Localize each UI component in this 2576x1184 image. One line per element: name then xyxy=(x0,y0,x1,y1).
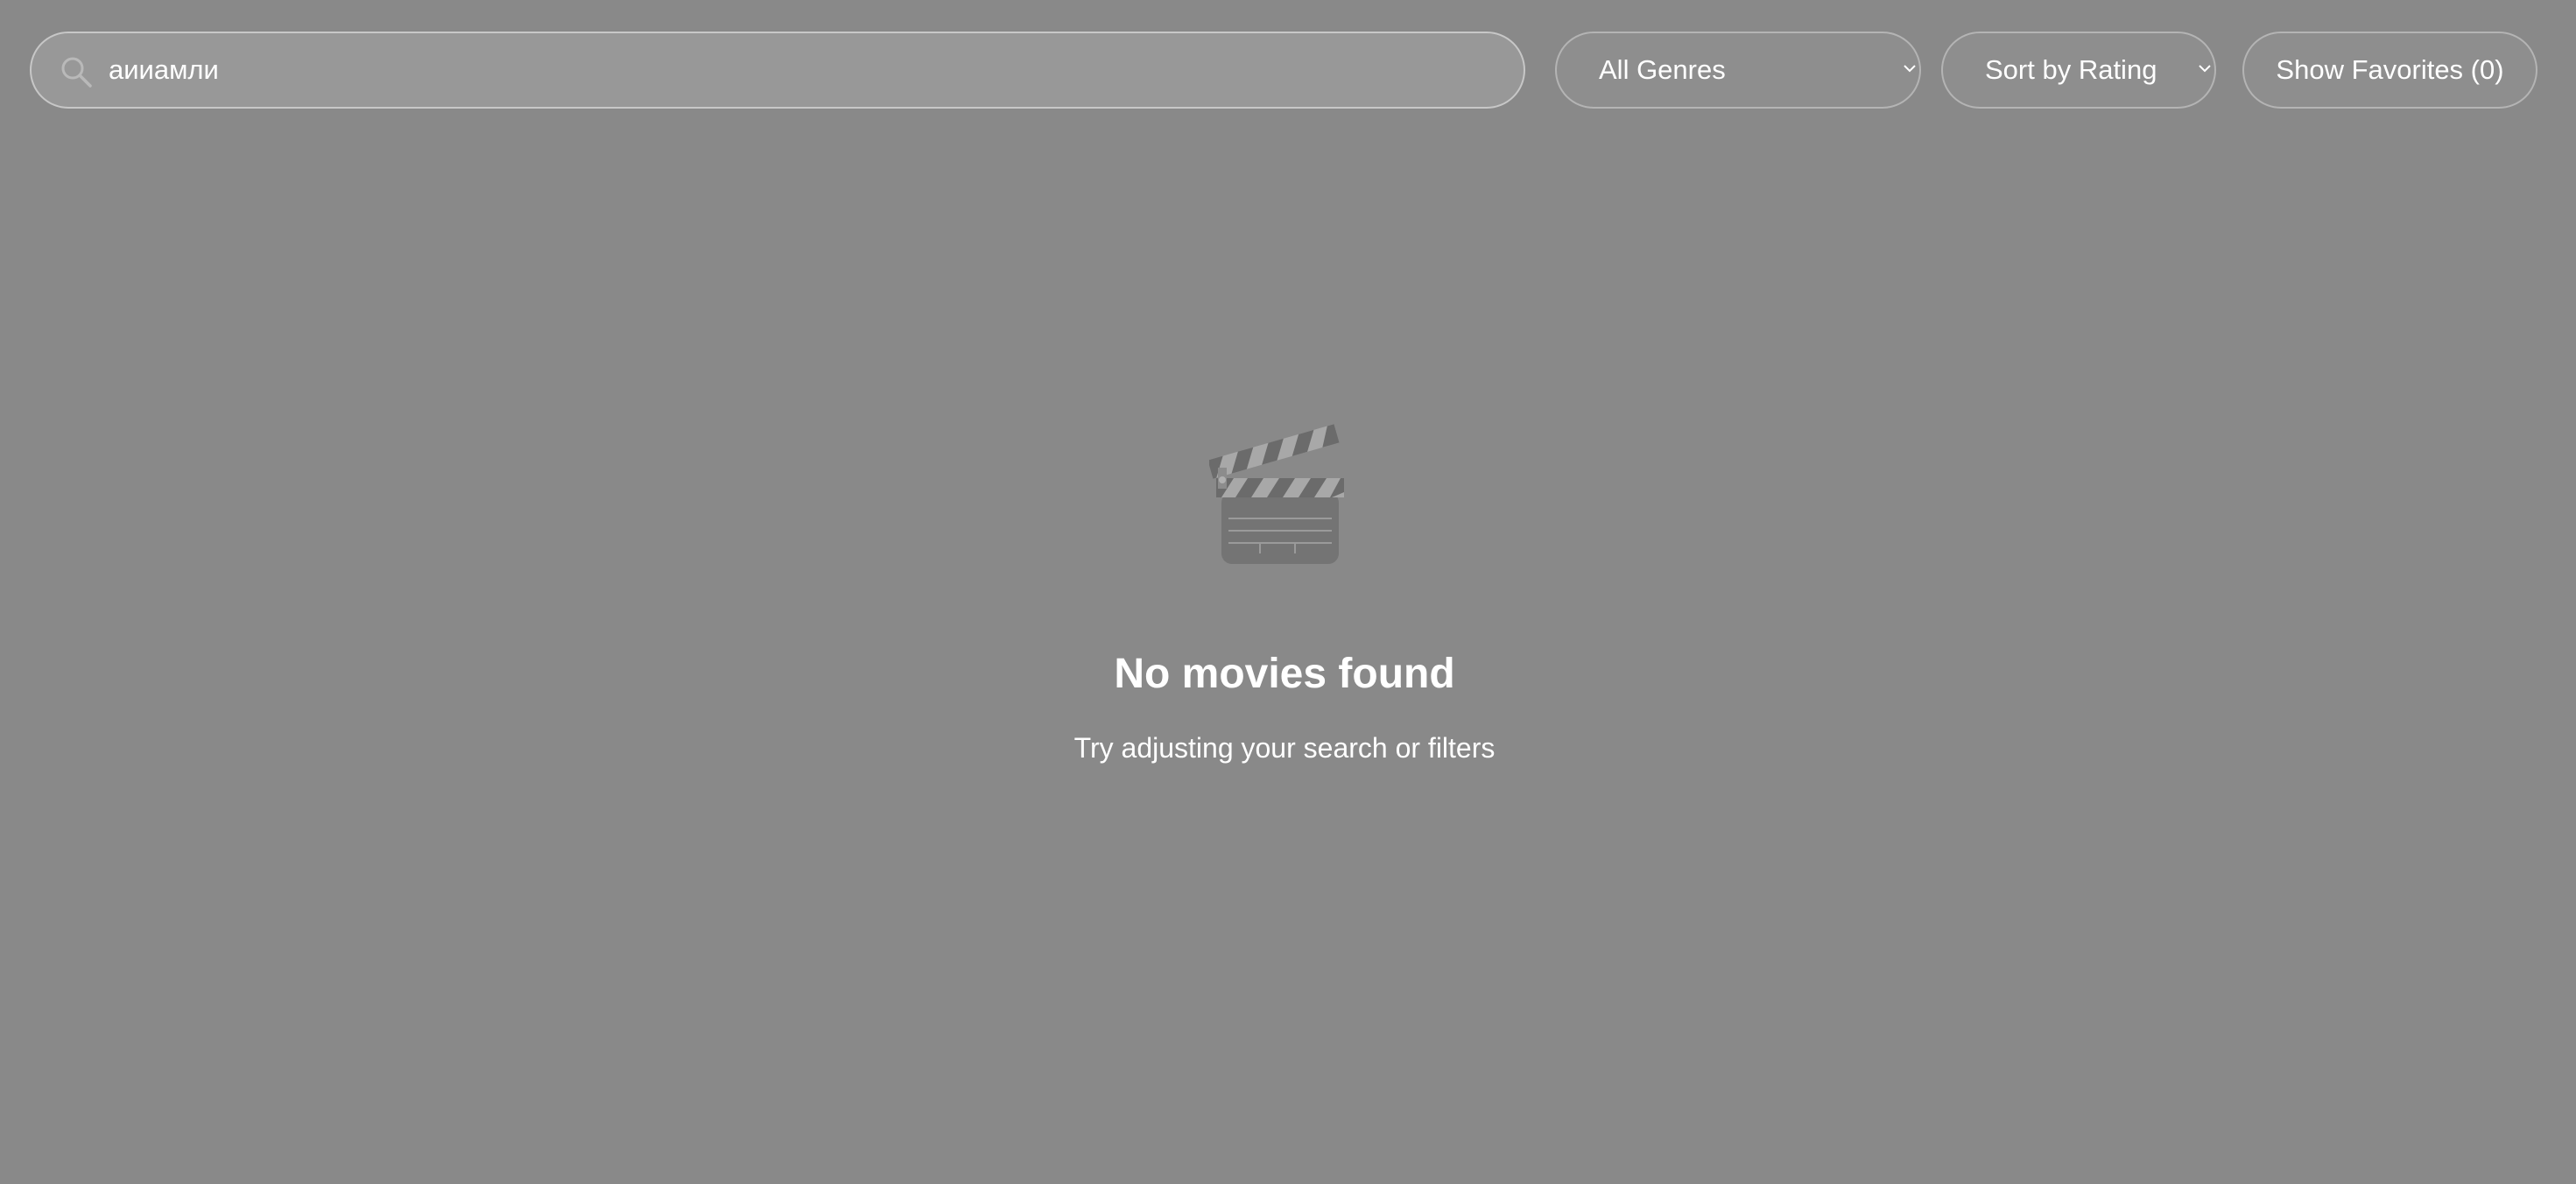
search-input[interactable] xyxy=(109,33,1492,107)
show-favorites-button[interactable]: Show Favorites (0) xyxy=(2242,32,2537,109)
chevron-down-icon xyxy=(2199,65,2211,73)
sort-select-value: Sort by Rating xyxy=(1985,54,2157,85)
genre-select-value: All Genres xyxy=(1599,54,1726,85)
empty-state-subtitle: Try adjusting your search or filters xyxy=(1073,732,1496,764)
search-icon xyxy=(61,57,92,88)
genre-select[interactable]: All Genres xyxy=(1555,32,1921,109)
sort-select[interactable]: Sort by Rating xyxy=(1941,32,2216,109)
empty-state: No movies found Try adjusting your searc… xyxy=(0,412,2576,779)
clapperboard-icon xyxy=(1209,424,1344,564)
empty-state-title: No movies found xyxy=(1114,651,1455,697)
search-box[interactable] xyxy=(30,32,1525,109)
toolbar: All Genres Sort by Rating Show Favorites… xyxy=(30,32,2537,109)
chevron-down-icon xyxy=(1904,65,1916,73)
